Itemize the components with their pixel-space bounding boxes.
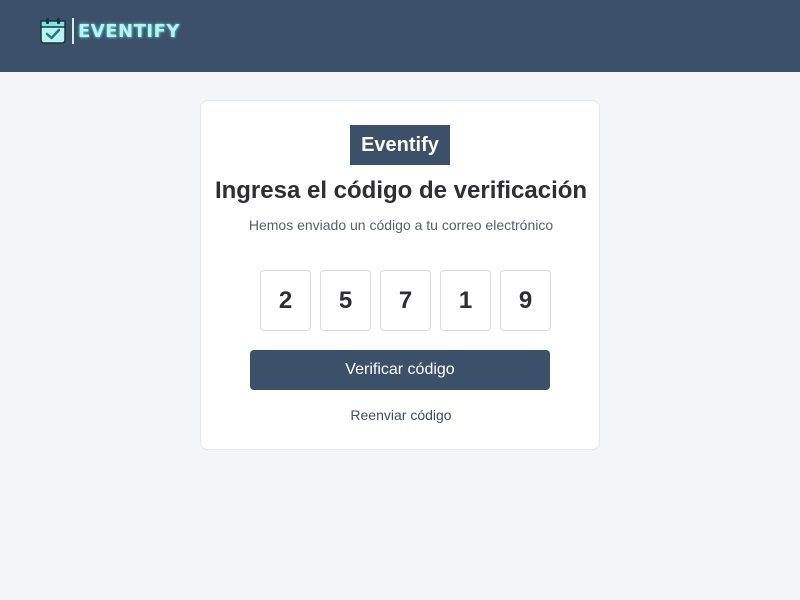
code-digit-1[interactable]: 2: [260, 270, 311, 331]
brand-logo[interactable]: EVENTIFY: [38, 15, 180, 47]
verification-code-inputs: 2 5 7 1 9: [260, 270, 551, 331]
code-digit-3[interactable]: 7: [380, 270, 431, 331]
page-title: Ingresa el código de verificación: [214, 177, 588, 204]
verify-code-button[interactable]: Verificar código: [250, 350, 550, 390]
calendar-check-icon: [40, 18, 66, 44]
page-subtitle: Hemos enviado un código a tu correo elec…: [248, 217, 554, 233]
code-digit-2[interactable]: 5: [320, 270, 371, 331]
code-digit-4[interactable]: 1: [440, 270, 491, 331]
verification-card: Eventify Ingresa el código de verificaci…: [200, 100, 600, 450]
top-bar: EVENTIFY: [0, 0, 800, 72]
brand-divider: [72, 18, 74, 44]
brand-text: EVENTIFY: [78, 20, 180, 42]
card-logo: Eventify: [350, 125, 450, 165]
resend-code-link[interactable]: Reenviar código: [201, 407, 601, 423]
code-digit-5[interactable]: 9: [500, 270, 551, 331]
